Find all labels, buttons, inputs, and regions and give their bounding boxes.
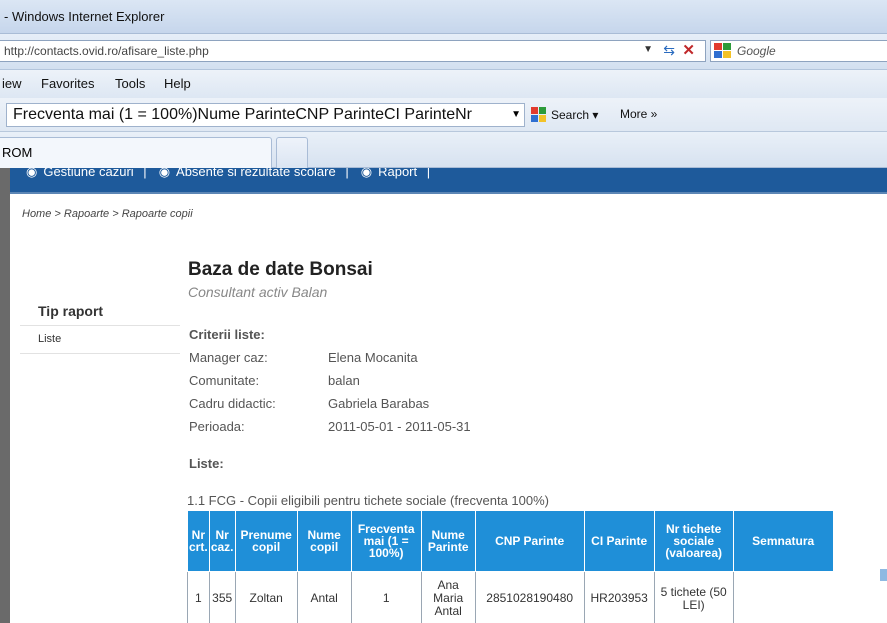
- tab-title: ROM: [2, 145, 33, 160]
- window-titlebar: - Windows Internet Explorer: [0, 0, 887, 34]
- column-header: Nume Parinte: [420, 510, 476, 572]
- table-cell: HR203953: [583, 571, 655, 623]
- breadcrumb-rapoarte[interactable]: Rapoarte: [64, 208, 109, 220]
- new-tab-button[interactable]: [276, 137, 308, 168]
- criteria-label-cadru: Cadru didactic:: [189, 396, 276, 411]
- column-header: Prenume copil: [234, 510, 298, 572]
- divider: [20, 353, 180, 354]
- table-cell: Zoltan: [234, 571, 298, 623]
- scrollbar-thumb[interactable]: [880, 569, 887, 581]
- sidebar-item-liste[interactable]: Liste: [38, 333, 61, 345]
- table-cell: 1: [187, 571, 210, 623]
- more-button-label: More »: [620, 107, 658, 121]
- criteria-heading: Criterii liste:: [189, 327, 265, 342]
- criteria-value-manager: Elena Mocanita: [328, 350, 418, 365]
- criteria-value-perioada: 2011-05-01 - 2011-05-31: [328, 419, 471, 434]
- stop-icon[interactable]: ✕: [682, 41, 695, 59]
- toolbar-field-text: Frecventa mai (1 = 100%)Nume ParinteCNP …: [13, 106, 472, 123]
- page-title: Baza de date Bonsai: [188, 259, 373, 280]
- chevron-down-icon[interactable]: ▼: [511, 109, 521, 120]
- google-icon: [531, 107, 546, 122]
- table-cell: 1: [350, 571, 422, 623]
- signature-cell: [733, 572, 833, 623]
- window-title: - Windows Internet Explorer: [4, 9, 165, 24]
- menu-view[interactable]: iew: [2, 76, 22, 91]
- menu-bar: iew Favorites Tools Help: [0, 70, 887, 98]
- address-bar[interactable]: http://contacts.ovid.ro/afisare_liste.ph…: [0, 40, 706, 62]
- menu-help[interactable]: Help: [164, 76, 191, 91]
- nav-item-gestiune-cazuri[interactable]: Gestiune cazuri: [43, 168, 133, 179]
- google-logo-icon: [714, 43, 731, 58]
- table-row: 1 355 Zoltan Antal 1 Ana Maria Antal 285…: [187, 571, 834, 623]
- column-header: Nr crt.: [187, 510, 210, 572]
- table-cell: 2851028190480: [474, 571, 585, 623]
- criteria-label-manager: Manager caz:: [189, 350, 268, 365]
- address-bar-row: http://contacts.ovid.ro/afisare_liste.ph…: [0, 34, 887, 70]
- criteria-label-comunitate: Comunitate:: [189, 373, 260, 388]
- breadcrumb-rapoarte-copii[interactable]: Rapoarte copii: [122, 208, 193, 220]
- site-nav-bar: ◉ Gestiune cazuri | ◉ Absente si rezultate …: [10, 168, 887, 192]
- url-field[interactable]: http://contacts.ovid.ro/afisare_liste.ph…: [4, 44, 209, 58]
- search-button-label: Search: [551, 108, 590, 122]
- address-dropdown-icon[interactable]: ▼: [643, 44, 653, 55]
- tab-bar: ROM: [0, 132, 887, 168]
- column-header: CI Parinte: [583, 510, 655, 572]
- toolbar-field[interactable]: Frecventa mai (1 = 100%)Nume ParinteCNP …: [6, 103, 525, 127]
- criteria-label-perioada: Perioada:: [189, 419, 245, 434]
- nav-item-raport[interactable]: Raport: [378, 168, 417, 179]
- breadcrumb: Home > Rapoarte > Rapoarte copii: [22, 208, 193, 220]
- criteria-value-cadru: Gabriela Barabas: [328, 396, 430, 411]
- search-button[interactable]: Search ▾: [531, 107, 598, 122]
- sidebar-heading: Tip raport: [38, 303, 104, 319]
- menu-tools[interactable]: Tools: [115, 76, 145, 91]
- table-cell: 355: [208, 571, 236, 623]
- menu-favorites[interactable]: Favorites: [41, 76, 94, 91]
- table-cell: 5 tichete (50 LEI): [653, 571, 734, 623]
- search-box[interactable]: Google: [710, 40, 887, 62]
- column-header: CNP Parinte: [474, 510, 585, 572]
- criteria-value-comunitate: balan: [328, 373, 360, 388]
- breadcrumb-home[interactable]: Home: [22, 208, 51, 220]
- nav-item-absente[interactable]: Absente si rezultate scolare: [176, 168, 336, 179]
- refresh-icon[interactable]: ⇆: [663, 42, 675, 59]
- column-header: Nume copil: [296, 510, 352, 572]
- table-cell: Antal: [296, 571, 352, 623]
- left-frame-border: [0, 168, 10, 623]
- search-placeholder: Google: [737, 44, 776, 58]
- more-button[interactable]: More »: [620, 107, 657, 121]
- divider: [20, 325, 180, 326]
- toolbar: Frecventa mai (1 = 100%)Nume ParinteCNP …: [0, 98, 887, 132]
- table-header-row: Nr crt. Nr caz. Prenume copil Nume copil…: [187, 510, 834, 572]
- column-header: Semnatura: [732, 510, 834, 572]
- lists-heading: Liste:: [189, 456, 224, 471]
- page-subtitle: Consultant activ Balan: [188, 284, 328, 300]
- column-header: Frecventa mai (1 = 100%): [350, 510, 422, 572]
- column-header: Nr caz.: [208, 510, 236, 572]
- table-cell: Ana Maria Antal: [420, 571, 476, 623]
- nav-underline: [10, 192, 887, 194]
- tab-active[interactable]: ROM: [0, 137, 272, 168]
- eligibility-table: Nr crt. Nr caz. Prenume copil Nume copil…: [187, 510, 834, 623]
- column-header: Nr tichete sociale (valoarea): [653, 510, 734, 572]
- table-caption: 1.1 FCG - Copii eligibili pentru tichete…: [187, 493, 550, 508]
